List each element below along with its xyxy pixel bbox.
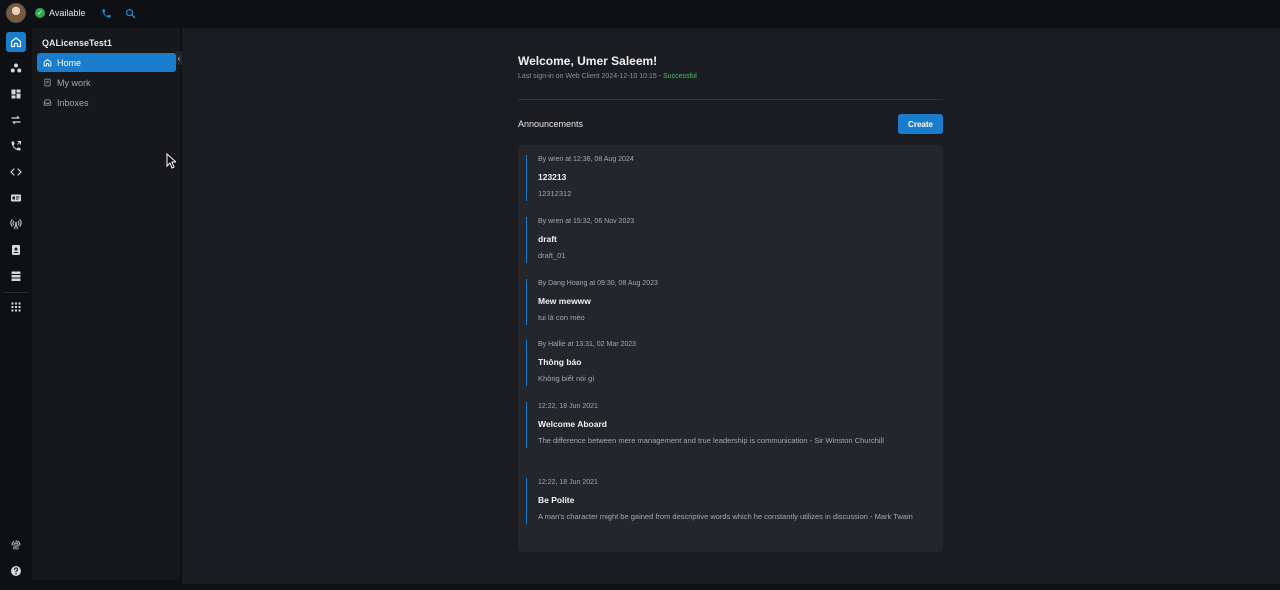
sidebar-item-inboxes[interactable]: Inboxes — [37, 93, 176, 112]
announcement-body: The difference between mere management a… — [538, 436, 884, 445]
sidebar-item-my-work[interactable]: My work — [37, 73, 176, 92]
clipboard-icon — [44, 78, 51, 87]
broadcast-icon[interactable] — [6, 214, 26, 234]
contacts-icon[interactable] — [6, 240, 26, 260]
create-button[interactable]: Create — [898, 114, 943, 134]
status-label: Available — [49, 8, 86, 18]
announcement-body: 12312312 — [538, 189, 572, 198]
announcement-item: 12:22, 18 Jun 2021 Be Polite A man's cha… — [526, 478, 934, 524]
announcements-title: Announcements — [518, 119, 584, 129]
announcement-title: Thông báo — [538, 357, 582, 367]
sidebar-item-label: Inboxes — [57, 97, 89, 108]
sidebar-item-home[interactable]: Home — [37, 53, 176, 72]
announcement-body: A man's character might be gained from d… — [538, 512, 913, 521]
sidebar-item-label: Home — [57, 57, 82, 68]
storage-icon[interactable] — [6, 266, 26, 286]
inbox-icon — [43, 99, 52, 106]
signin-status: Successful — [663, 73, 697, 80]
announcement-meta: By wren at 12:36, 08 Aug 2024 — [538, 156, 634, 163]
announcement-title: 123213 — [538, 172, 567, 182]
last-signin-text: Last sign-in on Web Client 2024-12-10 10… — [518, 73, 697, 80]
home-icon — [43, 59, 52, 67]
status-indicator[interactable]: ✓ Available — [35, 8, 85, 18]
announcement-meta: By wren at 15:32, 06 Nov 2023 — [538, 218, 635, 225]
code-icon[interactable] — [6, 162, 26, 182]
announcement-item: By Dang Hoang at 09:30, 08 Aug 2023 Mew … — [526, 279, 934, 325]
transfer-icon[interactable] — [6, 110, 26, 130]
avatar[interactable] — [6, 3, 26, 23]
announcements-panel: By wren at 12:36, 08 Aug 2024 123213 123… — [518, 145, 943, 552]
id-card-icon[interactable] — [6, 188, 26, 208]
announcement-title: Welcome Aboard — [538, 419, 607, 429]
announcement-item: 12:22, 18 Jun 2021 Welcome Aboard The di… — [526, 402, 934, 448]
announcement-title: Be Polite — [538, 495, 575, 505]
announcement-body: Không biết nói gì — [538, 374, 595, 383]
announcement-title: Mew mewww — [538, 296, 591, 306]
dashboard-icon[interactable] — [6, 84, 26, 104]
announcement-body: tui là con mèo — [538, 313, 585, 322]
announcement-meta: 12:22, 18 Jun 2021 — [538, 403, 598, 410]
signin-details: Last sign-in on Web Client 2024-12-10 10… — [518, 73, 664, 80]
mouse-cursor-icon — [166, 152, 178, 174]
phone-icon[interactable] — [99, 6, 113, 20]
announcement-item: By wren at 15:32, 06 Nov 2023 draft draf… — [526, 217, 934, 263]
workspace-name: QALicenseTest1 — [42, 38, 112, 48]
fingerprint-icon[interactable] — [6, 535, 26, 555]
sidebar-item-label: My work — [57, 77, 91, 88]
search-icon[interactable] — [123, 6, 137, 20]
announcement-title: draft — [538, 234, 557, 244]
sidebar: QALicenseTest1 ‹ Home My work Inboxes — [32, 28, 186, 580]
home-icon[interactable] — [6, 32, 26, 52]
announcement-meta: By Hallie at 13:31, 02 Mar 2023 — [538, 341, 637, 348]
apps-grid-icon[interactable] — [6, 297, 26, 317]
check-icon: ✓ — [35, 8, 45, 18]
announcement-meta: 12:22, 18 Jun 2021 — [538, 479, 598, 486]
divider — [518, 99, 943, 100]
help-icon[interactable] — [6, 561, 26, 581]
announcement-meta: By Dang Hoang at 09:30, 08 Aug 2023 — [538, 280, 658, 287]
welcome-heading: Welcome, Umer Saleem! — [518, 54, 658, 68]
call-log-icon[interactable] — [6, 136, 26, 156]
announcement-item: By wren at 12:36, 08 Aug 2024 123213 123… — [526, 155, 934, 201]
announcement-item: By Hallie at 13:31, 02 Mar 2023 Thông bá… — [526, 340, 934, 386]
announcement-body: draft_01 — [538, 251, 566, 260]
icon-rail — [0, 28, 32, 584]
rail-divider — [4, 292, 28, 293]
people-icon[interactable] — [6, 58, 26, 78]
chevron-left-icon: ‹ — [177, 53, 181, 63]
top-bar: ✓ Available — [0, 0, 1280, 26]
